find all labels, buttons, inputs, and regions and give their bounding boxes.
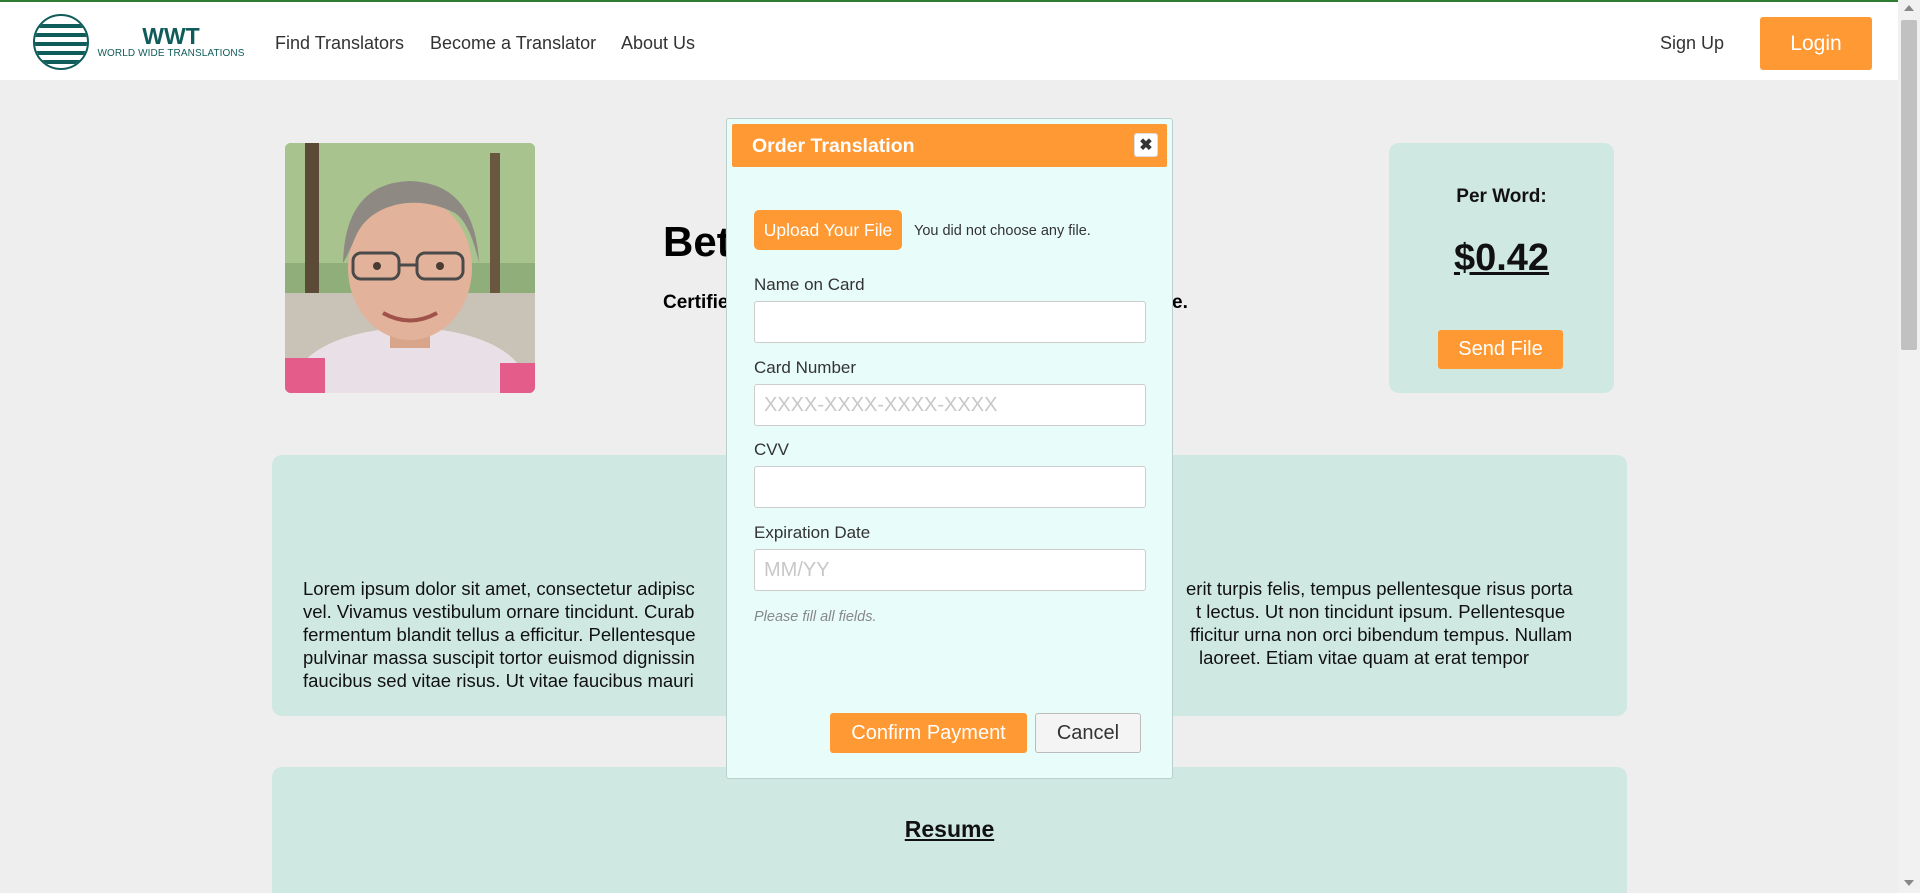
card-number-label: Card Number (754, 358, 857, 377)
confirm-payment-button[interactable]: Confirm Payment (830, 713, 1027, 753)
validation-hint: Please fill all fields. (754, 609, 877, 625)
about-line-left: pulvinar massa suscipit tortor euismod d… (303, 647, 695, 668)
nav-link-about-us[interactable]: About Us (621, 33, 695, 54)
translator-subtitle-start: Certifie (663, 292, 729, 313)
translator-photo (285, 143, 535, 393)
about-line-right: fficitur urna non orci bibendum tempus. … (1190, 624, 1573, 645)
cancel-button[interactable]: Cancel (1035, 713, 1141, 753)
cvv-label: CVV (754, 440, 789, 459)
price-label: Per Word: (1456, 186, 1547, 207)
expiration-date-field[interactable] (754, 549, 1146, 591)
translator-subtitle-end: e. (1172, 292, 1188, 313)
modal-header: Order Translation ✖ (732, 124, 1167, 167)
brand-subtitle: WORLD WIDE TRANSLATIONS (97, 48, 245, 59)
about-line-left: Lorem ipsum dolor sit amet, consectetur … (303, 578, 695, 599)
translator-name: Bet (663, 218, 731, 265)
scroll-down-arrow-icon[interactable] (1904, 880, 1914, 886)
about-line-left: fermentum blandit tellus a efficitur. Pe… (303, 624, 696, 645)
translator-subtitle: Certifie e. (663, 292, 1188, 314)
price-card: Per Word: $0.42 Send File (1389, 143, 1614, 393)
about-line-right: erit turpis felis, tempus pellentesque r… (1186, 578, 1573, 599)
brand-title: WWT (142, 23, 200, 49)
card-number-field[interactable] (754, 384, 1146, 426)
modal-title: Order Translation (752, 135, 915, 157)
scrollbar-thumb[interactable] (1901, 20, 1917, 350)
upload-file-button[interactable]: Upload Your File (754, 210, 902, 250)
sign-up-link[interactable]: Sign Up (1660, 33, 1724, 54)
price-value: $0.42 (1453, 237, 1550, 279)
close-icon[interactable]: ✖ (1134, 133, 1158, 157)
top-navbar: WWT WORLD WIDE TRANSLATIONS Find Transla… (0, 2, 1898, 80)
about-line-right: t lectus. Ut non tincidunt ipsum. Pellen… (1196, 601, 1566, 622)
name-on-card-label: Name on Card (754, 275, 865, 294)
nav-link-become-translator[interactable]: Become a Translator (430, 33, 596, 54)
expiration-date-label: Expiration Date (754, 523, 871, 542)
scroll-up-arrow-icon[interactable] (1904, 5, 1914, 11)
globe-logo-icon[interactable] (33, 14, 89, 70)
about-line-right: laoreet. Etiam vitae quam at erat tempor (1199, 647, 1530, 668)
about-line-left: faucibus sed vitae risus. Ut vitae fauci… (303, 670, 694, 691)
about-line-left: vel. Vivamus vestibulum ornare tincidunt… (303, 601, 695, 622)
name-on-card-field[interactable] (754, 301, 1146, 343)
cvv-field[interactable] (754, 466, 1146, 508)
file-status-text: You did not choose any file. (914, 223, 1091, 239)
resume-card: Resume (272, 767, 1627, 893)
nav-link-find-translators[interactable]: Find Translators (275, 33, 404, 54)
send-file-button[interactable]: Send File (1438, 330, 1563, 369)
login-button[interactable]: Login (1760, 17, 1872, 70)
order-translation-modal: Order Translation ✖ Upload Your File You… (726, 118, 1173, 779)
brand-name[interactable]: WWT WORLD WIDE TRANSLATIONS (96, 24, 246, 60)
page-scrollbar[interactable] (1898, 0, 1920, 893)
resume-title: Resume (904, 816, 995, 842)
